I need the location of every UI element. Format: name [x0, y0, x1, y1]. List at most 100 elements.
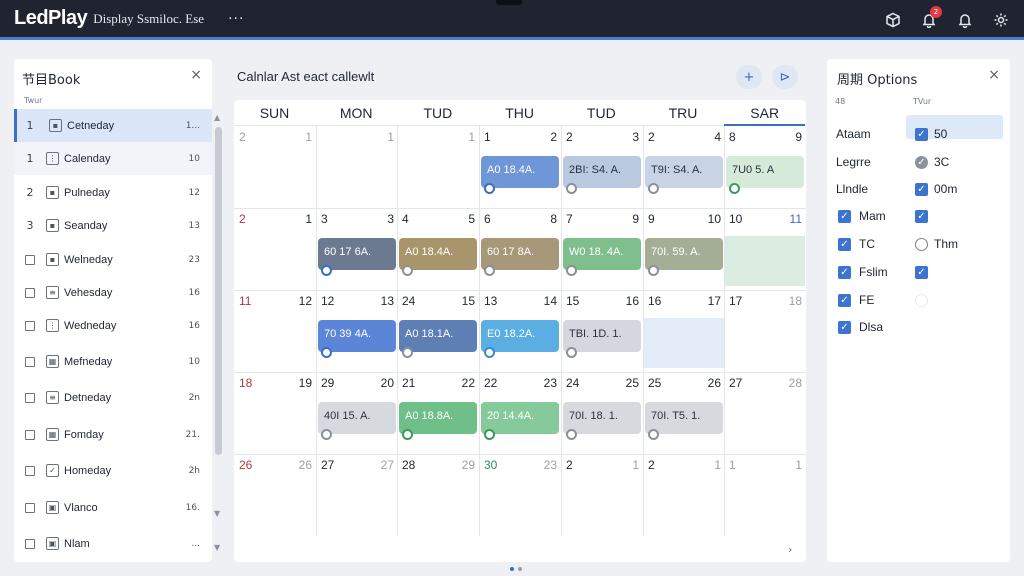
option-radio[interactable] [915, 238, 928, 251]
scroll-down-arrow-icon[interactable]: ▼ [214, 509, 220, 518]
day-number[interactable]: 3 [321, 212, 328, 226]
options-panel: 周期 Options × 48 TVur Ataam ✓ 50 Legrre ✓ 3C Ll… [827, 59, 1010, 562]
scroll-up-arrow-icon[interactable]: ▲ [214, 113, 220, 122]
option-checkbox[interactable]: ✓ [838, 266, 851, 279]
add-event-button[interactable]: + [736, 65, 762, 89]
cube-icon[interactable] [882, 9, 904, 31]
item-value: 10 [188, 153, 200, 164]
bell-icon[interactable] [954, 9, 976, 31]
day-number[interactable]: 22 [484, 376, 497, 390]
event-status-dot [566, 429, 577, 440]
day-number[interactable]: 10 [729, 212, 742, 226]
option-checkbox[interactable]: ✓ [838, 321, 851, 334]
option-checkbox[interactable]: ✓ [838, 294, 851, 307]
option-checkbox[interactable]: ✓ [915, 210, 928, 223]
item-checkbox[interactable] [25, 429, 35, 440]
box-icon: ▣ [46, 537, 59, 550]
day-number[interactable]: 15 [566, 294, 579, 308]
close-icon[interactable]: × [190, 67, 202, 83]
scroll-down-arrow-icon[interactable]: ▼ [214, 543, 220, 552]
day-number[interactable]: 27 [729, 376, 742, 390]
day-number[interactable]: 1 [484, 130, 491, 144]
day-number[interactable]: 18 [239, 376, 252, 390]
item-checkbox[interactable] [25, 287, 35, 298]
day-number[interactable]: 21 [402, 376, 415, 390]
list-item[interactable]: ▣ Vlanco 16. [14, 491, 212, 524]
day-number[interactable]: 11 [239, 294, 251, 308]
option-radio[interactable] [915, 294, 928, 307]
list-item[interactable]: 1 ▪ Cetneday 1... [14, 109, 212, 142]
option-checkbox[interactable]: ✓ [915, 183, 928, 196]
option-checkbox[interactable]: ✓ [838, 238, 851, 251]
close-icon[interactable]: × [988, 67, 1000, 83]
list-item[interactable]: ▪ Welneday 23 [14, 243, 212, 276]
play-button[interactable]: ⊳ [772, 65, 798, 89]
settings-icon[interactable] [990, 9, 1012, 31]
list-item[interactable]: ≡ Vehesday 16 [14, 276, 212, 309]
day-number[interactable]: 12 [321, 294, 334, 308]
list-item[interactable]: ▦ Mefneday 10 [14, 345, 212, 378]
weekday-tud: TUD [586, 105, 616, 121]
day-number[interactable]: 28 [402, 458, 415, 472]
list-item[interactable]: 1 ⋮ Calenday 10 [14, 142, 212, 175]
day-number[interactable]: 6 [484, 212, 491, 226]
day-number[interactable]: 2 [566, 458, 573, 472]
day-cell-highlight [644, 318, 724, 368]
day-number[interactable]: 2 [566, 130, 573, 144]
day-number[interactable]: 13 [484, 294, 497, 308]
list-item[interactable]: ≡ Detneday 2n [14, 381, 212, 414]
item-checkbox[interactable] [25, 538, 35, 549]
item-checkbox[interactable] [25, 465, 35, 476]
scrollbar-thumb[interactable] [215, 127, 222, 455]
grid-line [561, 126, 562, 536]
option-label: Legrre [836, 155, 871, 169]
day-number[interactable]: 1 [729, 458, 736, 472]
event-status-dot [402, 347, 413, 358]
day-number-secondary: 1 [632, 458, 639, 472]
column-header: Twur [24, 96, 43, 105]
item-checkbox[interactable] [25, 392, 35, 403]
notifications-bell-icon[interactable]: 2 [918, 6, 942, 31]
more-menu-button[interactable]: ··· [228, 11, 244, 27]
list-item[interactable]: ▦ Fomday 21. [14, 418, 212, 451]
item-value: 23 [188, 254, 200, 265]
option-checkbox[interactable]: ✓ [838, 210, 851, 223]
option-checkbox[interactable]: ✓ [915, 266, 928, 279]
list-item[interactable]: ✓ Homeday 2h [14, 454, 212, 487]
day-number[interactable]: 4 [402, 212, 409, 226]
weekday-sun: SUN [259, 105, 290, 121]
option-checkbox[interactable]: ✓ [915, 128, 928, 141]
day-number[interactable]: 26 [239, 458, 252, 472]
list-item[interactable]: 3 ▪ Seanday 13 [14, 209, 212, 242]
item-checkbox[interactable] [25, 356, 35, 367]
item-checkbox[interactable] [25, 254, 35, 265]
page-indicator[interactable] [510, 567, 522, 571]
list-item[interactable]: 2 ▪ Pulneday 12 [14, 176, 212, 209]
grid-line [234, 208, 806, 209]
day-number[interactable]: 2 [239, 130, 246, 144]
day-number[interactable]: 2 [648, 458, 655, 472]
day-number[interactable]: 8 [729, 130, 736, 144]
day-number[interactable]: 24 [402, 294, 415, 308]
day-number[interactable]: 17 [729, 294, 742, 308]
day-number-secondary: 1 [387, 130, 394, 144]
list-item[interactable]: ▣ Nlam... [14, 527, 212, 560]
day-number[interactable]: 29 [321, 376, 334, 390]
next-month-icon[interactable]: › [788, 543, 792, 556]
day-number[interactable]: 25 [648, 376, 661, 390]
list-item[interactable]: ⋮ Wedneday 16 [14, 309, 212, 342]
day-number[interactable]: 2 [648, 130, 655, 144]
day-number[interactable]: 2 [239, 212, 246, 226]
grid-line [234, 290, 806, 291]
option-check[interactable]: ✓ [915, 156, 928, 169]
day-number[interactable]: 16 [648, 294, 661, 308]
day-number-secondary: 26 [298, 458, 312, 472]
day-number[interactable]: 27 [321, 458, 334, 472]
item-checkbox[interactable] [25, 502, 35, 513]
day-number-secondary: 8 [550, 212, 557, 226]
item-checkbox[interactable] [25, 320, 35, 331]
day-number[interactable]: 24 [566, 376, 579, 390]
day-number[interactable]: 7 [566, 212, 573, 226]
day-number[interactable]: 9 [648, 212, 655, 226]
day-number[interactable]: 30 [484, 458, 497, 472]
